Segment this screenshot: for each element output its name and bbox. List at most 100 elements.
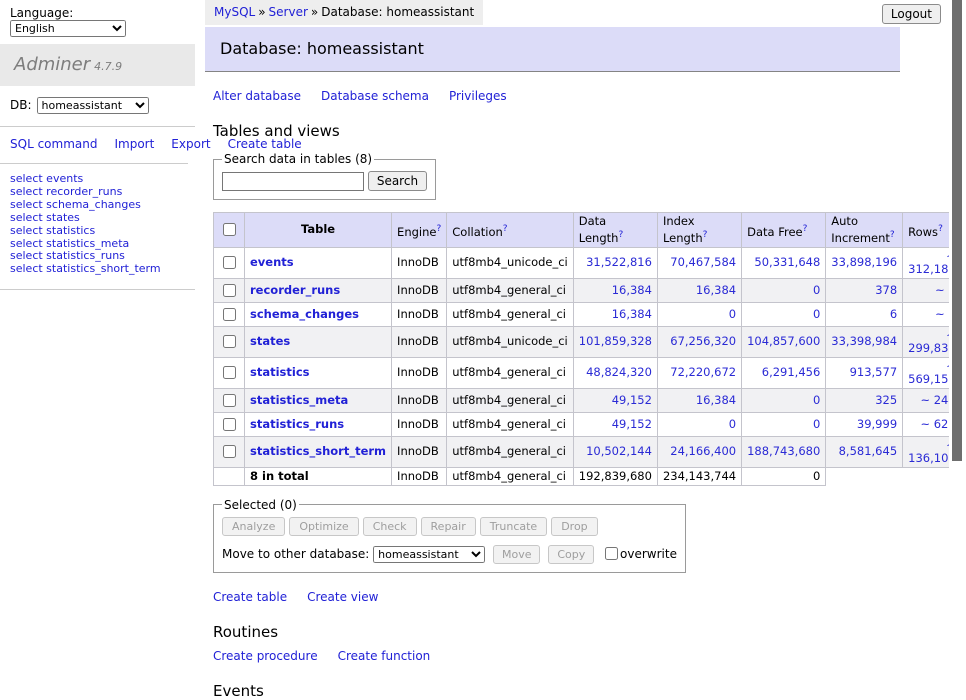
- row-checkbox[interactable]: [223, 256, 236, 269]
- link-data-length[interactable]: 49,152: [612, 417, 652, 431]
- link-index-length[interactable]: 16,384: [696, 393, 736, 407]
- table-link-recorder-runs[interactable]: recorder_runs: [250, 283, 340, 297]
- link-index-length[interactable]: 24,166,400: [670, 444, 736, 458]
- link-create-table[interactable]: Create table: [213, 590, 287, 604]
- link-database-schema[interactable]: Database schema: [321, 89, 429, 103]
- search-input[interactable]: [222, 172, 364, 191]
- move-button[interactable]: Move: [493, 545, 541, 564]
- breadcrumb: MySQL»Server»Database: homeassistant: [205, 0, 483, 25]
- link-data-length[interactable]: 31,522,816: [586, 255, 652, 269]
- link-auto-increment[interactable]: 33,898,196: [831, 255, 897, 269]
- table-link-states[interactable]: states: [250, 334, 290, 348]
- sidebar-select-schema-changes[interactable]: select schema_changes: [10, 199, 185, 212]
- link-auto-increment[interactable]: 378: [875, 283, 897, 297]
- link-auto-increment[interactable]: 33,398,984: [831, 334, 897, 348]
- sidebar-select-statistics[interactable]: select statistics: [10, 225, 185, 238]
- breadcrumb-server-link[interactable]: Server: [269, 5, 308, 19]
- sidebar-select-statistics-short-term[interactable]: select statistics_short_term: [10, 263, 185, 276]
- link-data-length[interactable]: 16,384: [612, 307, 652, 321]
- help-link-engine[interactable]: ?: [436, 224, 441, 234]
- breadcrumb-mysql-link[interactable]: MySQL: [214, 5, 255, 19]
- language-select[interactable]: English: [10, 20, 126, 37]
- cell-index-length: 70,467,584: [657, 247, 741, 278]
- scrollbar-track[interactable]: [949, 0, 966, 543]
- table-link-statistics-meta[interactable]: statistics_meta: [250, 393, 348, 407]
- row-checkbox[interactable]: [223, 418, 236, 431]
- link-data-free[interactable]: 0: [813, 283, 820, 297]
- link-data-free[interactable]: 0: [813, 417, 820, 431]
- link-alter-database[interactable]: Alter database: [213, 89, 301, 103]
- link-index-length[interactable]: 0: [729, 307, 736, 321]
- copy-button[interactable]: Copy: [548, 545, 594, 564]
- overwrite-checkbox[interactable]: [605, 547, 618, 560]
- link-data-free[interactable]: 188,743,680: [747, 444, 820, 458]
- help-link-data-length[interactable]: ?: [618, 230, 623, 240]
- db-selector-row: DB:homeassistant: [0, 86, 195, 127]
- sidebar-select-states[interactable]: select states: [10, 212, 185, 225]
- select-all-checkbox[interactable]: [223, 223, 236, 236]
- link-auto-increment[interactable]: 6: [890, 307, 897, 321]
- move-database-select[interactable]: homeassistant: [373, 546, 485, 563]
- db-select[interactable]: homeassistant: [37, 97, 149, 114]
- link-auto-increment[interactable]: 8,581,645: [839, 444, 898, 458]
- link-data-length[interactable]: 10,502,144: [586, 444, 652, 458]
- link-index-length[interactable]: 0: [729, 417, 736, 431]
- table-link-events[interactable]: events: [250, 255, 294, 269]
- link-auto-increment[interactable]: 39,999: [857, 417, 897, 431]
- table-link-statistics-short-term[interactable]: statistics_short_term: [250, 444, 386, 458]
- search-button[interactable]: Search: [368, 171, 427, 191]
- column-header-collation: Collation?: [447, 213, 574, 248]
- link-data-length[interactable]: 48,824,320: [586, 365, 652, 379]
- sidebar-select-recorder-runs[interactable]: select recorder_runs: [10, 186, 185, 199]
- link-data-free[interactable]: 104,857,600: [747, 334, 820, 348]
- sidebar-action-import[interactable]: Import: [114, 137, 154, 151]
- truncate-button[interactable]: Truncate: [480, 517, 547, 536]
- help-link-data-free[interactable]: ?: [803, 224, 808, 234]
- link-index-length[interactable]: 72,220,672: [670, 365, 736, 379]
- link-data-free[interactable]: 50,331,648: [754, 255, 820, 269]
- logout-button[interactable]: Logout: [882, 4, 941, 24]
- tables-heading: Tables and views: [213, 122, 900, 140]
- sidebar-action-sql-command[interactable]: SQL command: [10, 137, 97, 151]
- search-legend: Search data in tables (8): [222, 152, 374, 166]
- link-index-length[interactable]: 67,256,320: [670, 334, 736, 348]
- table-link-statistics-runs[interactable]: statistics_runs: [250, 417, 344, 431]
- row-checkbox[interactable]: [223, 394, 236, 407]
- link-data-length[interactable]: 49,152: [612, 393, 652, 407]
- scrollbar-thumb[interactable]: [952, 0, 962, 461]
- table-link-schema-changes[interactable]: schema_changes: [250, 307, 359, 321]
- link-privileges[interactable]: Privileges: [449, 89, 507, 103]
- table-link-statistics[interactable]: statistics: [250, 365, 310, 379]
- link-data-length[interactable]: 101,859,328: [579, 334, 652, 348]
- link-create-procedure[interactable]: Create procedure: [213, 649, 318, 663]
- link-data-free[interactable]: 6,291,456: [762, 365, 821, 379]
- link-index-length[interactable]: 16,384: [696, 283, 736, 297]
- link-auto-increment[interactable]: 913,577: [850, 365, 898, 379]
- optimize-button[interactable]: Optimize: [289, 517, 358, 536]
- link-data-length[interactable]: 16,384: [612, 283, 652, 297]
- row-checkbox[interactable]: [223, 284, 236, 297]
- row-checkbox[interactable]: [223, 308, 236, 321]
- help-link-rows[interactable]: ?: [938, 224, 943, 234]
- link-auto-increment[interactable]: 325: [875, 393, 897, 407]
- help-link-collation[interactable]: ?: [503, 224, 508, 234]
- analyze-button[interactable]: Analyze: [222, 517, 285, 536]
- drop-button[interactable]: Drop: [551, 517, 597, 536]
- help-link-auto-increment[interactable]: ?: [890, 230, 895, 240]
- link-data-free[interactable]: 0: [813, 307, 820, 321]
- check-button[interactable]: Check: [363, 517, 417, 536]
- link-data-free[interactable]: 0: [813, 393, 820, 407]
- help-link-index-length[interactable]: ?: [703, 230, 708, 240]
- link-create-view[interactable]: Create view: [307, 590, 378, 604]
- link-create-function[interactable]: Create function: [338, 649, 431, 663]
- link-index-length[interactable]: 70,467,584: [670, 255, 736, 269]
- sidebar-actions: SQL commandImportExportCreate table: [0, 127, 188, 164]
- row-checkbox[interactable]: [223, 366, 236, 379]
- row-checkbox[interactable]: [223, 335, 236, 348]
- row-checkbox[interactable]: [223, 445, 236, 458]
- cell-data-length: 48,824,320: [573, 357, 657, 388]
- sidebar-select-events[interactable]: select events: [10, 173, 185, 186]
- cell-data-free: 6,291,456: [742, 357, 826, 388]
- cell-collation: utf8mb4_unicode_ci: [447, 247, 574, 278]
- repair-button[interactable]: Repair: [421, 517, 476, 536]
